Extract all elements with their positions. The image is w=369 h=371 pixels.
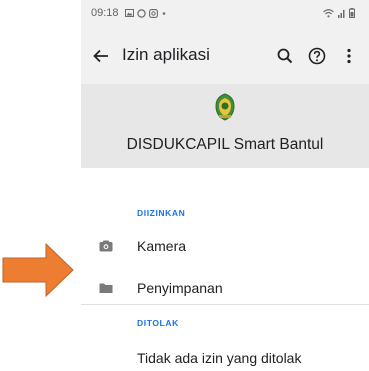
wifi-icon — [323, 8, 334, 17]
camera-icon — [99, 240, 113, 252]
instagram-notification-icon — [149, 8, 158, 18]
system-status-icons — [323, 8, 355, 18]
orange-pointer-arrow-icon — [2, 243, 74, 297]
more-vert-icon[interactable] — [341, 46, 357, 66]
page-title: Izin aplikasi — [122, 45, 210, 64]
permission-camera[interactable]: Kamera — [137, 238, 186, 254]
folder-icon — [99, 283, 113, 293]
app-logo-icon — [215, 93, 235, 121]
circle-notification-icon — [137, 8, 146, 18]
search-icon[interactable] — [275, 46, 295, 66]
permission-storage[interactable]: Penyimpanan — [137, 280, 223, 296]
section-divider — [81, 304, 369, 305]
phone-screen: 09:18 Izin aplikasi DISDUKCAPIL Smart Ba… — [81, 0, 369, 371]
notification-icons — [125, 8, 167, 18]
no-denied-permissions-text: Tidak ada izin yang ditolak — [137, 350, 302, 366]
help-icon[interactable] — [307, 46, 327, 66]
dot-notification-icon — [162, 11, 166, 15]
gallery-notification-icon — [125, 9, 134, 17]
denied-section-header: DITOLAK — [137, 318, 179, 328]
allowed-section-header: DIIZINKAN — [137, 208, 186, 218]
app-name: DISDUKCAPIL Smart Bantul — [126, 136, 324, 153]
status-time: 09:18 — [91, 7, 119, 19]
signal-icon — [338, 9, 345, 18]
battery-icon — [349, 8, 355, 18]
app-bar: Izin aplikasi — [81, 28, 369, 84]
back-arrow-icon[interactable] — [91, 46, 111, 66]
status-bar: 09:18 — [81, 0, 369, 28]
